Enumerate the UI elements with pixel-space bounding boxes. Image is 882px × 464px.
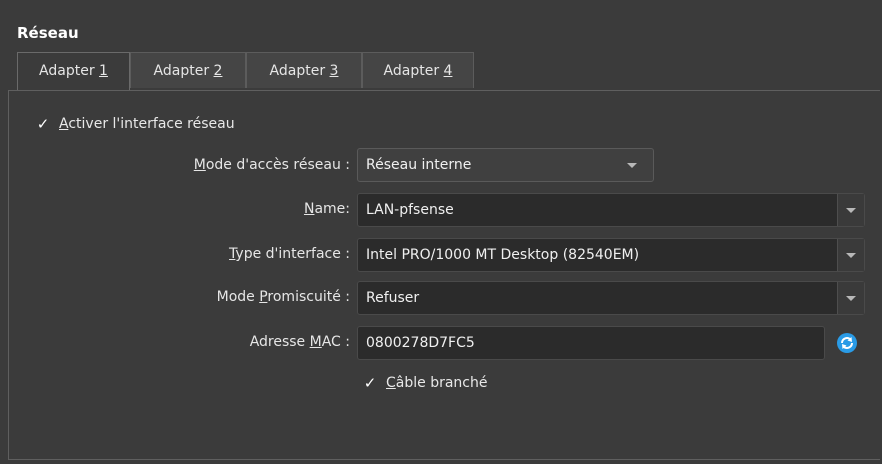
chevron-down-icon: [837, 282, 864, 314]
type-label: Type d'interface :: [229, 246, 350, 262]
checkmark-icon: ✓: [36, 115, 50, 133]
promisc-value: Refuser: [366, 290, 420, 306]
mode-value: Réseau interne: [366, 157, 472, 173]
tab-adapter-3[interactable]: Adapter 3: [246, 52, 362, 88]
promisc-label: Mode Promiscuité :: [216, 289, 350, 305]
cable-connected-checkbox[interactable]: ✓ Câble branché: [362, 374, 488, 392]
tab-accel: 4: [443, 63, 453, 79]
tab-accel: 2: [213, 63, 223, 79]
tab-label: Adapter: [269, 63, 330, 79]
chevron-down-icon: [619, 149, 645, 181]
adapter-panel: [8, 90, 880, 460]
tab-label: Adapter: [383, 63, 444, 79]
name-label: Name:: [303, 201, 350, 217]
refresh-icon[interactable]: [836, 332, 858, 354]
name-value: LAN-pfsense: [366, 202, 454, 218]
tab-label: Adapter: [153, 63, 214, 79]
mac-address-field[interactable]: 0800278D7FC5: [357, 326, 825, 360]
chevron-down-icon[interactable]: [837, 194, 864, 226]
mac-value: 0800278D7FC5: [366, 335, 475, 351]
tab-adapter-4[interactable]: Adapter 4: [362, 52, 474, 88]
promiscuous-mode-select[interactable]: Refuser: [357, 281, 865, 315]
tab-accel: 3: [329, 63, 339, 79]
tab-label: Adapter: [39, 63, 100, 79]
tab-adapter-1[interactable]: Adapter 1: [17, 52, 130, 91]
type-value: Intel PRO/1000 MT Desktop (82540EM): [366, 247, 640, 263]
enable-interface-checkbox[interactable]: ✓ Activer l'interface réseau: [35, 115, 235, 133]
mode-select[interactable]: Réseau interne: [357, 148, 654, 182]
tab-accel: 1: [99, 63, 108, 79]
checkmark-icon: ✓: [363, 374, 377, 392]
chevron-down-icon: [837, 239, 864, 271]
enable-interface-label: Activer l'interface réseau: [59, 116, 235, 132]
mode-label: Mode d'accès réseau :: [193, 157, 350, 173]
name-combobox[interactable]: LAN-pfsense: [357, 193, 865, 227]
mac-label: Adresse MAC :: [249, 334, 350, 350]
network-settings-window: Réseau Adapter 1 Adapter 2 Adapter 3 Ada…: [0, 0, 882, 464]
cable-connected-label: Câble branché: [386, 375, 488, 391]
tab-adapter-2[interactable]: Adapter 2: [130, 52, 246, 88]
section-title: Réseau: [17, 24, 79, 42]
adapter-type-select[interactable]: Intel PRO/1000 MT Desktop (82540EM): [357, 238, 865, 272]
